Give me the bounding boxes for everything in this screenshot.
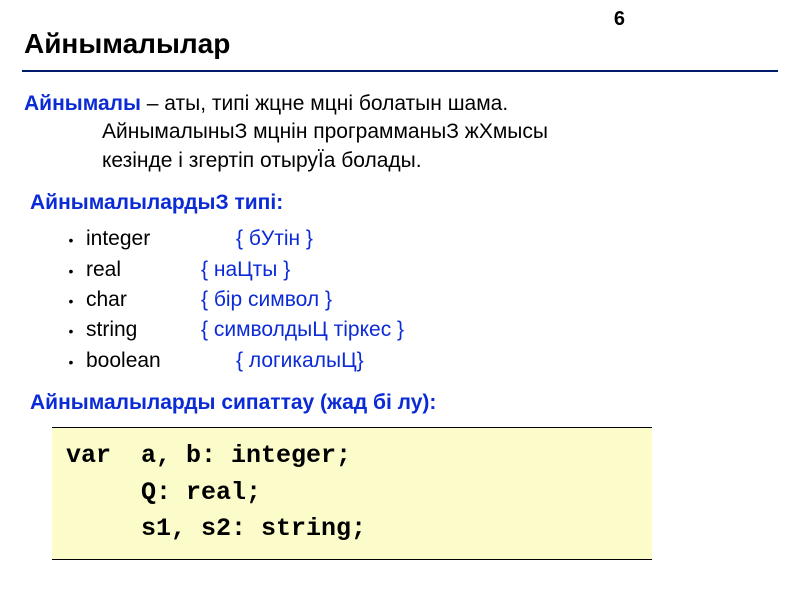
type-item: • string { символдыЦ тіркес } — [24, 316, 776, 344]
type-comment: { логикалыЦ} — [236, 347, 364, 375]
types-list: • integer { бУтін } • real { наЦты } • c… — [24, 225, 776, 375]
bullet-icon: • — [66, 321, 76, 342]
bullet-icon: • — [66, 261, 76, 282]
type-comment: { наЦты } — [201, 256, 290, 284]
type-name: char — [86, 286, 201, 314]
types-heading: АйнымалылардыЗ типі: — [30, 189, 776, 217]
type-comment: { символдыЦ тіркес } — [201, 316, 404, 344]
type-name: boolean — [86, 347, 236, 375]
type-comment: { бУтін } — [236, 225, 313, 253]
type-name: string — [86, 316, 201, 344]
code-line-1: var a, b: integer; — [66, 441, 351, 470]
slide-title: Айнымалылар — [24, 28, 230, 60]
type-name: integer — [86, 225, 236, 253]
title-divider — [22, 70, 778, 72]
type-item: • char { бір символ } — [24, 286, 776, 314]
definition-text-1: аты, типі жцне мцні болатын шама. — [164, 92, 508, 115]
definition-text-3: кезінде і згертіп отыруЇа болады. — [102, 147, 776, 175]
code-block: var a, b: integer; Q: real; s1, s2: stri… — [52, 427, 652, 560]
code-line-2: Q: real; — [66, 478, 261, 507]
type-item: • real { наЦты } — [24, 256, 776, 284]
slide: 6 Айнымалылар Айнымалы – аты, типі жцне … — [0, 0, 800, 600]
bullet-icon: • — [66, 230, 76, 251]
definition-text-2: АйнымалыныЗ мцнін программаныЗ жХмысы — [102, 118, 776, 146]
type-comment: { бір символ } — [201, 286, 332, 314]
code-line-3: s1, s2: string; — [66, 514, 366, 543]
definition-term: Айнымалы — [24, 92, 141, 115]
definition-line-1: Айнымалы – аты, типі жцне мцні болатын ш… — [24, 90, 776, 118]
definition-dash: – — [141, 92, 164, 115]
declare-heading: Айнымалыларды сипаттау (жад бі лу): — [30, 389, 776, 417]
slide-body: Айнымалы – аты, типі жцне мцні болатын ш… — [24, 90, 776, 560]
bullet-icon: • — [66, 291, 76, 312]
type-item: • integer { бУтін } — [24, 225, 776, 253]
page-number: 6 — [614, 8, 625, 31]
bullet-icon: • — [66, 352, 76, 373]
type-name: real — [86, 256, 201, 284]
type-item: • boolean { логикалыЦ} — [24, 347, 776, 375]
